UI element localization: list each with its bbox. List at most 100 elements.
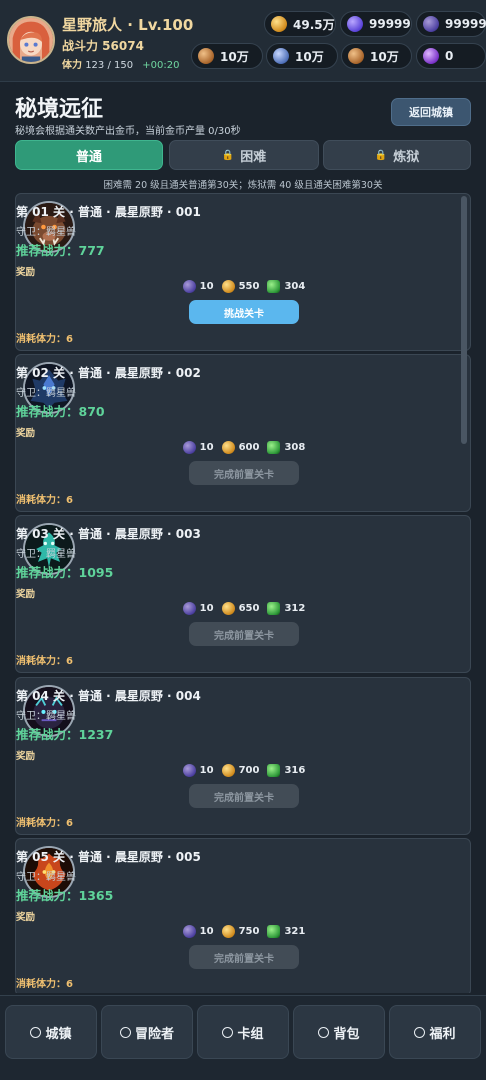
- stage-title: 第 02 关 · 普通 · 晨星原野 · 002: [16, 366, 201, 380]
- stage-reward-label: 奖励: [16, 589, 36, 600]
- lock-icon: 🔒: [374, 149, 388, 161]
- stage-rewards: 10 700 316: [16, 764, 471, 777]
- stage-stamina-cost: 消耗体力：6: [16, 818, 73, 829]
- stage-list[interactable]: 第 01 关 · 普通 · 晨星原野 · 001 守卫：羁星兽 推荐战力：777…: [15, 193, 471, 993]
- bronze-medal-icon: [198, 48, 214, 64]
- locked-stage-button[interactable]: 完成前置关卡: [189, 622, 299, 646]
- reward-exp: 308: [267, 441, 305, 454]
- reward-gem: 10: [182, 764, 214, 777]
- reward-exp: 312: [267, 602, 305, 615]
- locked-stage-button[interactable]: 完成前置关卡: [189, 945, 299, 969]
- reward-exp: 304: [267, 280, 305, 293]
- stage-recommended-power: 推荐战力：1365: [16, 888, 114, 903]
- circle-icon: [30, 1026, 42, 1038]
- exp-book-icon: [267, 441, 281, 454]
- currency-value: 99999: [369, 17, 411, 31]
- currency-value: 10万: [370, 49, 399, 64]
- stage-list-scrollbar[interactable]: [461, 196, 467, 444]
- nav-backpack[interactable]: 背包: [293, 1005, 385, 1059]
- back-to-town-button[interactable]: 返回城镇: [391, 98, 471, 126]
- reward-exp: 321: [267, 925, 305, 938]
- reward-gem: 10: [182, 441, 214, 454]
- stamina-row: 体力 123 / 150 +00:20: [62, 56, 179, 71]
- gold-coin-icon: [221, 925, 235, 938]
- currency-purple-gem[interactable]: 99999: [416, 11, 486, 37]
- gold-coin-icon: [221, 441, 235, 454]
- reward-gem: 10: [182, 925, 214, 938]
- player-avatar[interactable]: [7, 16, 55, 64]
- currency-value: 99999: [445, 17, 486, 31]
- currency-blue-gem[interactable]: 99999: [340, 11, 412, 37]
- tab-label: 炼狱: [393, 149, 420, 165]
- nav-label: 卡组: [237, 1026, 264, 1042]
- reward-gold: 750: [221, 925, 259, 938]
- page-title: 秘境远征: [15, 97, 104, 122]
- nav-label: 冒险者: [134, 1026, 174, 1042]
- copper-coin-icon: [348, 48, 364, 64]
- tab-purgatory[interactable]: 🔒 炼狱: [323, 140, 471, 170]
- stage-stamina-cost: 消耗体力：6: [16, 979, 73, 990]
- gold-coin-icon: [221, 280, 235, 293]
- exp-book-icon: [267, 925, 281, 938]
- stage-card: 第 05 关 · 普通 · 晨星原野 · 005 守卫：羁星兽 推荐战力：136…: [15, 838, 471, 993]
- violet-orb-icon: [423, 48, 439, 64]
- bottom-nav: 城镇 冒险者 卡组 背包 福利: [0, 995, 486, 1080]
- tab-label: 普通: [75, 149, 102, 165]
- nav-label: 福利: [429, 1026, 456, 1042]
- stage-rewards: 10 550 304: [16, 280, 471, 293]
- stage-recommended-power: 推荐战力：777: [16, 243, 105, 258]
- nav-welfare[interactable]: 福利: [389, 1005, 481, 1059]
- stage-title: 第 01 关 · 普通 · 晨星原野 · 001: [16, 205, 201, 219]
- exp-book-icon: [267, 280, 281, 293]
- purple-gem-icon: [182, 441, 196, 454]
- stage-reward-label: 奖励: [16, 912, 36, 923]
- currency-violet[interactable]: 0: [416, 43, 486, 69]
- stage-stamina-cost: 消耗体力：6: [16, 334, 73, 345]
- stamina-value: 123 / 150: [85, 60, 134, 71]
- locked-stage-button[interactable]: 完成前置关卡: [189, 461, 299, 485]
- currency-value: 0: [445, 49, 454, 63]
- stage-title: 第 04 关 · 普通 · 晨星原野 · 004: [16, 689, 201, 703]
- nav-town[interactable]: 城镇: [5, 1005, 97, 1059]
- reward-gold: 700: [221, 764, 259, 777]
- stage-card: 第 02 关 · 普通 · 晨星原野 · 002 守卫：羁星兽 推荐战力：870…: [15, 354, 471, 512]
- stage-guard: 守卫：羁星兽: [16, 388, 76, 399]
- reward-gem: 10: [182, 602, 214, 615]
- nav-deck[interactable]: 卡组: [197, 1005, 289, 1059]
- stage-guard: 守卫：羁星兽: [16, 711, 76, 722]
- currency-bronze[interactable]: 10万: [191, 43, 263, 69]
- circle-icon: [119, 1026, 131, 1038]
- purple-gem-icon: [182, 764, 196, 777]
- stage-rewards: 10 750 321: [16, 925, 471, 938]
- nav-label: 背包: [333, 1026, 360, 1042]
- tab-hard[interactable]: 🔒 困难: [169, 140, 319, 170]
- currency-steel[interactable]: 10万: [266, 43, 338, 69]
- steel-gear-icon: [273, 48, 289, 64]
- gold-coin-icon: [271, 16, 287, 32]
- purple-gem-icon: [423, 16, 439, 32]
- locked-stage-button[interactable]: 完成前置关卡: [189, 784, 299, 808]
- stage-recommended-power: 推荐战力：1237: [16, 727, 114, 742]
- purple-gem-icon: [182, 280, 196, 293]
- circle-icon: [414, 1026, 426, 1038]
- gold-coin-icon: [221, 764, 235, 777]
- stamina-label: 体力: [62, 60, 82, 71]
- currency-value: 10万: [220, 49, 249, 64]
- purple-gem-icon: [182, 602, 196, 615]
- exp-book-icon: [267, 764, 281, 777]
- reward-exp: 316: [267, 764, 305, 777]
- gold-coin-icon: [221, 602, 235, 615]
- stage-rewards: 10 650 312: [16, 602, 471, 615]
- currency-copper[interactable]: 10万: [341, 43, 412, 69]
- tab-normal[interactable]: 普通: [15, 140, 163, 170]
- nav-adventurer[interactable]: 冒险者: [101, 1005, 193, 1059]
- tab-label: 困难: [240, 149, 267, 165]
- currency-gold[interactable]: 49.5万: [264, 11, 336, 37]
- stage-title: 第 03 关 · 普通 · 晨星原野 · 003: [16, 527, 201, 541]
- stage-card: 第 04 关 · 普通 · 晨星原野 · 004 守卫：羁星兽 推荐战力：123…: [15, 677, 471, 835]
- circle-icon: [222, 1026, 234, 1038]
- unlock-note: 困难需 20 级且通关普通第30关；炼狱需 40 级且通关困难第30关: [103, 180, 383, 191]
- stage-card: 第 03 关 · 普通 · 晨星原野 · 003 守卫：羁星兽 推荐战力：109…: [15, 515, 471, 673]
- challenge-stage-button[interactable]: 挑战关卡: [189, 300, 299, 324]
- purple-gem-icon: [182, 925, 196, 938]
